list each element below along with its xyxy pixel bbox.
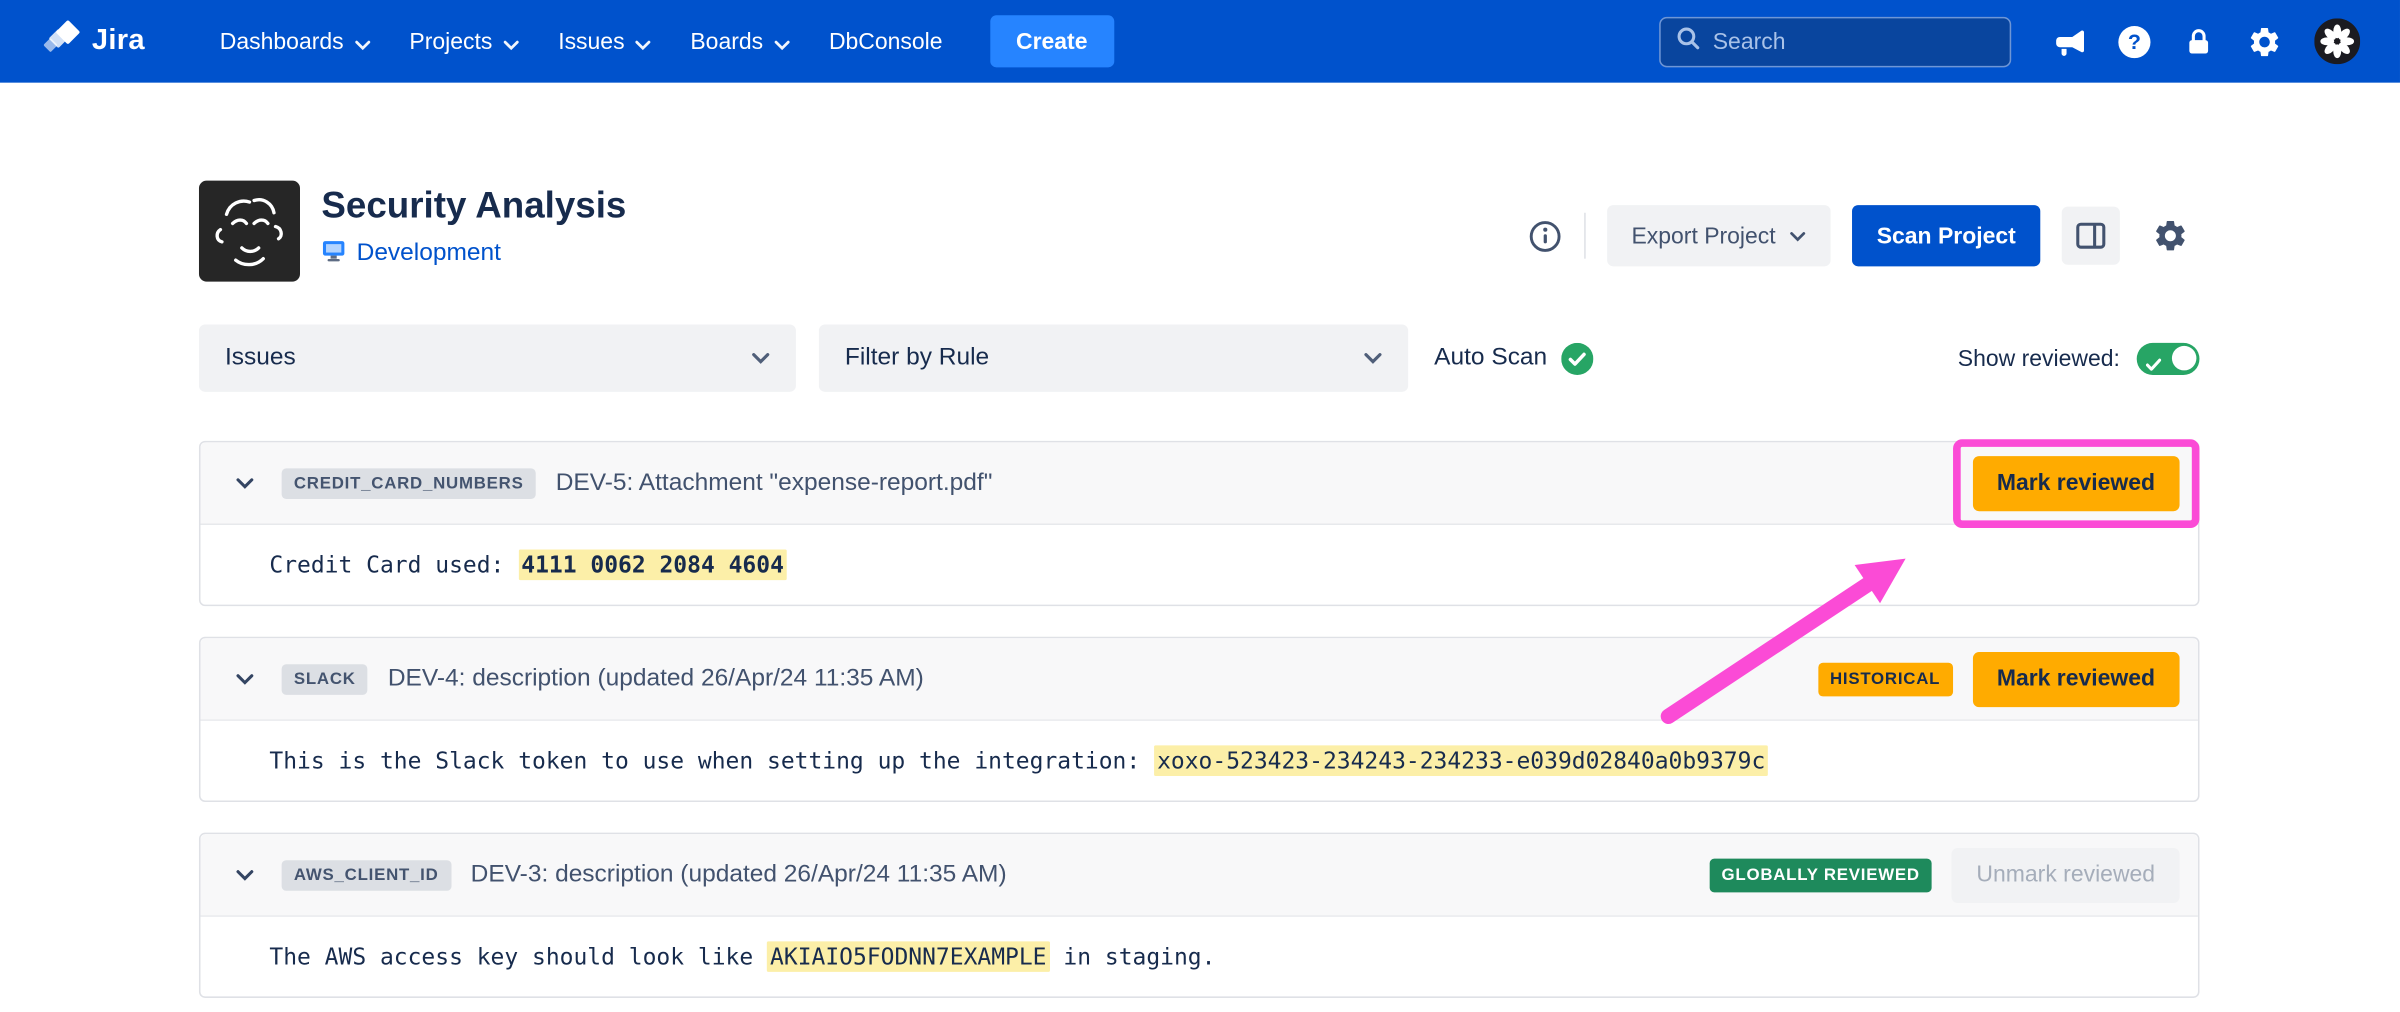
nav-boards-label: Boards xyxy=(690,28,763,54)
finding-actions: Mark reviewed xyxy=(1972,455,2179,510)
nav-dbconsole-label: DbConsole xyxy=(829,28,943,54)
collapse-chevron-icon[interactable] xyxy=(228,662,262,696)
project-link[interactable]: Development xyxy=(357,240,501,268)
rule-badge: CREDIT_CARD_NUMBERS xyxy=(282,468,536,499)
project-breadcrumb: Development xyxy=(321,239,626,270)
finding-body: This is the Slack token to use when sett… xyxy=(201,721,2198,801)
nav-issues[interactable]: Issues xyxy=(538,0,670,83)
secret-value: xoxo-523423-234243-234233-e039d02840a0b9… xyxy=(1154,745,1768,776)
project-avatar xyxy=(199,181,300,282)
lock-icon[interactable] xyxy=(2183,25,2215,57)
divider xyxy=(1584,213,1586,259)
collapse-chevron-icon[interactable] xyxy=(228,858,262,892)
chevron-down-icon xyxy=(635,30,650,56)
globally-reviewed-badge: GLOBALLY REVIEWED xyxy=(1709,858,1932,892)
collapse-chevron-icon[interactable] xyxy=(228,466,262,500)
show-reviewed-label: Show reviewed: xyxy=(1958,345,2120,371)
issues-dropdown-value: Issues xyxy=(225,344,296,372)
filter-row: Issues Filter by Rule Auto Scan Show rev… xyxy=(199,324,2199,391)
nav-projects-label: Projects xyxy=(409,28,492,54)
historical-badge: HISTORICAL xyxy=(1818,662,1953,696)
chevron-down-icon xyxy=(774,30,789,56)
help-icon[interactable]: ? xyxy=(2118,25,2150,57)
rule-badge: SLACK xyxy=(282,664,368,695)
project-identity: Security Analysis Development xyxy=(199,181,626,282)
nav-dashboards[interactable]: Dashboards xyxy=(200,0,390,83)
project-titles: Security Analysis Development xyxy=(321,181,626,282)
finding-header: AWS_CLIENT_ID DEV-3: description (update… xyxy=(201,834,2198,917)
create-button[interactable]: Create xyxy=(990,15,1114,67)
project-header: Security Analysis Development Export Pro… xyxy=(199,181,2199,282)
finding-body: Credit Card used: 4111 0062 2084 4604 xyxy=(201,525,2198,605)
finding-header: CREDIT_CARD_NUMBERS DEV-5: Attachment "e… xyxy=(201,442,2198,525)
finding-body: The AWS access key should look like AKIA… xyxy=(201,917,2198,997)
jira-logo[interactable]: Jira xyxy=(43,19,145,63)
finding-header: SLACK DEV-4: description (updated 26/Apr… xyxy=(201,638,2198,721)
export-project-button[interactable]: Export Project xyxy=(1607,205,1831,266)
side-panel-icon[interactable] xyxy=(2062,207,2120,265)
nav-dashboards-label: Dashboards xyxy=(220,28,344,54)
finding-actions: GLOBALLY REVIEWED Unmark reviewed xyxy=(1709,847,2179,902)
rule-filter-dropdown[interactable]: Filter by Rule xyxy=(819,324,1408,391)
unmark-reviewed-button: Unmark reviewed xyxy=(1952,847,2180,902)
main-content: Security Analysis Development Export Pro… xyxy=(199,181,2199,998)
announcement-icon[interactable] xyxy=(2051,24,2086,59)
auto-scan-status: Auto Scan xyxy=(1434,342,1593,374)
nav-boards[interactable]: Boards xyxy=(670,0,809,83)
check-circle-icon xyxy=(1561,342,1593,374)
finding-text: Credit Card used: xyxy=(269,551,518,579)
toggle-knob xyxy=(2171,346,2195,370)
finding-card-aws: AWS_CLIENT_ID DEV-3: description (update… xyxy=(199,833,2199,998)
show-reviewed-toggle[interactable] xyxy=(2137,342,2200,374)
navbar-icon-group: ? xyxy=(2051,18,2360,64)
finding-text: This is the Slack token to use when sett… xyxy=(269,747,1154,775)
info-icon[interactable] xyxy=(1527,218,1562,253)
help-glyph: ? xyxy=(2128,29,2141,53)
global-search[interactable] xyxy=(1659,16,2011,67)
header-actions: Export Project Scan Project xyxy=(1527,205,2199,266)
rule-filter-value: Filter by Rule xyxy=(845,344,989,372)
auto-scan-label: Auto Scan xyxy=(1434,344,1547,372)
finding-text: in staging. xyxy=(1050,943,1216,971)
page: Jira Dashboards Projects Issues Boards D… xyxy=(0,0,2400,1012)
finding-title: DEV-4: description (updated 26/Apr/24 11… xyxy=(388,665,924,693)
chevron-down-icon xyxy=(354,30,369,56)
export-project-label: Export Project xyxy=(1631,223,1775,249)
scan-project-label: Scan Project xyxy=(1877,223,2016,249)
toggle-check-icon xyxy=(2146,351,2161,377)
settings-gear-icon[interactable] xyxy=(2247,24,2282,59)
finding-text: The AWS access key should look like xyxy=(269,943,767,971)
finding-title: DEV-3: description (updated 26/Apr/24 11… xyxy=(471,861,1007,889)
finding-card-credit-card: CREDIT_CARD_NUMBERS DEV-5: Attachment "e… xyxy=(199,441,2199,606)
scan-project-button[interactable]: Scan Project xyxy=(1852,205,2040,266)
mark-reviewed-button[interactable]: Mark reviewed xyxy=(1972,455,2179,510)
show-reviewed-control: Show reviewed: xyxy=(1958,342,2200,374)
mark-reviewed-button[interactable]: Mark reviewed xyxy=(1972,651,2179,706)
jira-logo-icon xyxy=(43,19,81,63)
secret-value: 4111 0062 2084 4604 xyxy=(518,549,787,580)
issues-dropdown[interactable]: Issues xyxy=(199,324,796,391)
finding-title: DEV-5: Attachment "expense-report.pdf" xyxy=(556,469,993,497)
jira-wordmark: Jira xyxy=(92,24,145,58)
finding-actions: HISTORICAL Mark reviewed xyxy=(1818,651,2180,706)
dev-project-icon xyxy=(321,239,345,270)
chevron-down-icon xyxy=(503,30,518,56)
top-navbar: Jira Dashboards Projects Issues Boards D… xyxy=(0,0,2400,83)
secret-value: AKIAIO5FODNN7EXAMPLE xyxy=(767,941,1050,972)
rule-badge: AWS_CLIENT_ID xyxy=(282,859,451,890)
page-title: Security Analysis xyxy=(321,184,626,230)
nav-dbconsole[interactable]: DbConsole xyxy=(809,0,962,83)
search-icon xyxy=(1676,26,1700,57)
nav-issues-label: Issues xyxy=(558,28,624,54)
project-settings-gear-icon[interactable] xyxy=(2141,207,2199,265)
search-input[interactable] xyxy=(1713,28,1995,54)
finding-card-slack: SLACK DEV-4: description (updated 26/Apr… xyxy=(199,637,2199,802)
user-avatar[interactable] xyxy=(2314,18,2360,64)
nav-projects[interactable]: Projects xyxy=(390,0,539,83)
